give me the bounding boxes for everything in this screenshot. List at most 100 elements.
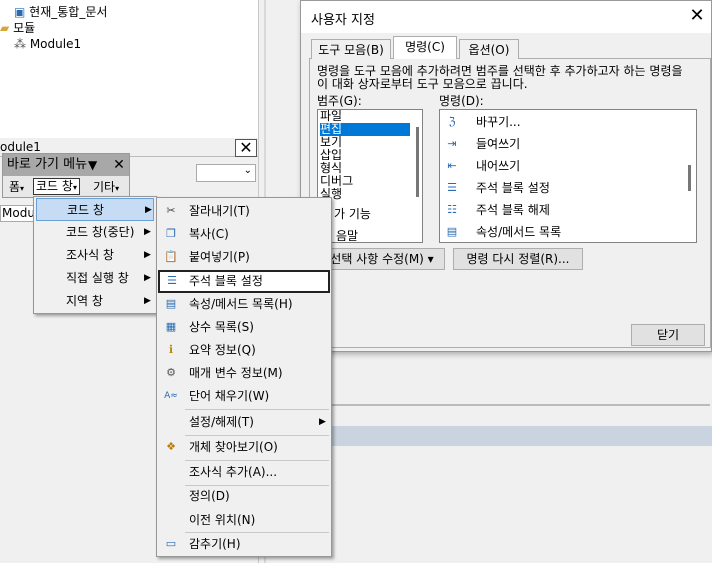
modify-selection-button[interactable]: 선택 사항 수정(M) ▾ <box>319 248 445 270</box>
commands-label: 명령(D): <box>439 94 484 108</box>
module-icon: ⁂ <box>14 37 26 51</box>
find-replace-icon: ℨ <box>448 115 456 128</box>
menu-item-code-window-break[interactable]: 코드 창(중단) ▶ <box>36 221 154 244</box>
menu-item-last-position[interactable]: 이전 위치(N) <box>159 509 329 532</box>
chevron-right-icon: ▶ <box>319 417 326 427</box>
category-item[interactable]: 음말 <box>336 230 422 243</box>
dropdown-arrow-icon: ▾ <box>72 183 77 192</box>
command-label: 내어쓰기 <box>476 159 521 173</box>
tree-item-label: 모듈 <box>13 21 36 35</box>
category-item[interactable]: 실행 <box>320 188 410 201</box>
comment-block-icon: ☰ <box>447 181 457 194</box>
command-label: 들여쓰기 <box>476 137 521 151</box>
commands-scrollbar[interactable] <box>688 165 691 191</box>
dialog-title: 사용자 지정 <box>311 13 375 28</box>
tab-options[interactable]: 옵션(O) <box>459 39 519 59</box>
menu-item-object-browser[interactable]: ❖ 개체 찾아보기(O) <box>159 436 329 459</box>
tree-item-label: 현재_통합_문서 <box>29 5 108 19</box>
menu-item-list-properties[interactable]: ▤ 속성/메서드 목록(H) <box>159 293 329 316</box>
menu-item-comment-block[interactable]: ☰ 주석 블록 설정 <box>158 270 330 293</box>
code-window-submenu: ✂ 잘라내기(T) ❐ 복사(C) 📋 붙여넣기(P) ☰ 주석 블록 설정 ▤… <box>156 197 332 557</box>
menu-item-hide[interactable]: ▭ 감추기(H) <box>159 533 329 556</box>
tree-item-module1[interactable]: ⁂ Module1 <box>14 36 81 52</box>
menu-item-definition[interactable]: 정의(D) <box>159 485 329 508</box>
menu-item-label: 주석 블록 설정 <box>189 274 263 288</box>
menu-item-code-window[interactable]: 코드 창 ▶ <box>36 198 154 221</box>
menu-item-label: 설정/해제(T) <box>189 415 254 429</box>
chevron-right-icon: ▶ <box>144 250 151 260</box>
complete-word-icon: A≈ <box>164 391 178 401</box>
close-icon[interactable]: ✕ <box>686 5 708 27</box>
toolbar-button-other[interactable]: 기타▾ <box>91 178 121 196</box>
command-label: 주석 블록 설정 <box>476 181 550 195</box>
parameter-info-icon: ⚙ <box>166 366 176 379</box>
toolbar-button-code-window[interactable]: 코드 창▾ <box>33 178 80 195</box>
close-icon[interactable]: ✕ <box>235 139 257 157</box>
menu-item-label: 조사식 창 <box>66 248 114 262</box>
menu-item-label: 지역 창 <box>66 294 103 308</box>
comment-block-icon: ☰ <box>167 274 177 287</box>
categories-scrollbar[interactable] <box>416 127 419 197</box>
menu-item-paste[interactable]: 📋 붙여넣기(P) <box>159 246 329 269</box>
menu-item-quick-info[interactable]: ℹ 요약 정보(Q) <box>159 339 329 362</box>
tab-toolbars[interactable]: 도구 모음(B) <box>311 39 391 59</box>
tree-item-workbook[interactable]: ▣ 현재_통합_문서 <box>14 4 107 20</box>
tree-item-modules[interactable]: ▰ 모듈 <box>0 20 35 36</box>
menu-item-label: 잘라내기(T) <box>189 204 250 218</box>
cut-icon: ✂ <box>166 204 176 217</box>
chevron-right-icon: ▶ <box>144 296 151 306</box>
chevron-right-icon: ▶ <box>145 205 152 215</box>
shortcut-menu-toolbar: 바로 가기 메뉴 ▼ ✕ 폼▾ 코드 창▾ 기타▾ <box>2 153 130 198</box>
tree-item-label: Module1 <box>29 37 82 51</box>
toolbar-button-form[interactable]: 폼▾ <box>7 178 26 196</box>
document-icon: ▣ <box>14 5 26 19</box>
menu-item-label: 코드 창(중단) <box>66 225 135 239</box>
toolbar-button-label: 코드 창 <box>36 179 73 193</box>
rearrange-commands-button[interactable]: 명령 다시 정렬(R)... <box>453 248 583 270</box>
menu-item-label: 요약 정보(Q) <box>189 343 256 357</box>
commands-list[interactable]: ℨ 바꾸기... ⇥ 들여쓰기 ⇤ 내어쓰기 ☰ 주석 블록 설정 ☷ 주석 블… <box>439 109 697 243</box>
copy-icon: ❐ <box>166 227 176 240</box>
menu-item-label: 조사식 추가(A)... <box>189 465 278 479</box>
menu-item-immediate-window[interactable]: 직접 실행 창 ▶ <box>36 267 154 290</box>
dropdown-arrow-icon[interactable]: ▼ <box>88 156 106 174</box>
object-browser-icon: ❖ <box>166 440 176 453</box>
object-dropdown[interactable]: ⌄ <box>196 164 256 182</box>
shortcut-submenu: 코드 창 ▶ 코드 창(중단) ▶ 조사식 창 ▶ 직접 실행 창 ▶ 지역 창… <box>33 196 157 314</box>
project-tree: ▣ 현재_통합_문서 ▰ 모듈 ⁂ Module1 <box>0 0 258 138</box>
menu-item-copy[interactable]: ❐ 복사(C) <box>159 223 329 246</box>
chevron-right-icon: ▶ <box>144 227 151 237</box>
command-label: 속성/메서드 목록 <box>476 225 562 239</box>
menu-item-label: 매개 변수 정보(M) <box>189 366 283 380</box>
category-item[interactable]: 가 기능 <box>334 208 422 221</box>
menu-item-label: 단어 채우기(W) <box>189 389 270 403</box>
close-icon[interactable]: ✕ <box>111 156 127 174</box>
command-label: 바꾸기... <box>476 115 521 129</box>
menu-item-list-constants[interactable]: ▦ 상수 목록(S) <box>159 316 329 339</box>
menu-item-label: 직접 실행 창 <box>66 271 129 285</box>
list-constants-icon: ▦ <box>165 320 177 333</box>
tab-commands[interactable]: 명령(C) <box>393 36 457 59</box>
menu-item-locals-window[interactable]: 지역 창 ▶ <box>36 290 154 313</box>
menu-item-toggle[interactable]: 설정/해제(T) ▶ <box>159 411 329 434</box>
list-properties-icon: ▤ <box>446 225 458 238</box>
menu-item-add-watch[interactable]: 조사식 추가(A)... <box>159 461 329 484</box>
divider <box>308 404 710 406</box>
categories-list[interactable]: 파일 편집 보기 삽입 형식 디버그 실행 구 가 기능 음말 <box>317 109 423 243</box>
chevron-down-icon: ⌄ <box>243 165 252 176</box>
menu-item-label: 붙여넣기(P) <box>189 250 250 264</box>
categories-label: 범주(G): <box>317 94 362 108</box>
dialog-description: 명령을 도구 모음에 추가하려면 범주를 선택한 후 추가하고자 하는 명령을 … <box>317 64 683 91</box>
indent-icon: ⇥ <box>447 137 457 150</box>
menu-item-cut[interactable]: ✂ 잘라내기(T) <box>159 200 329 223</box>
folder-icon: ▰ <box>0 21 10 35</box>
menu-item-watch-window[interactable]: 조사식 창 ▶ <box>36 244 154 267</box>
menu-item-complete-word[interactable]: A≈ 단어 채우기(W) <box>159 385 329 408</box>
menu-item-parameter-info[interactable]: ⚙ 매개 변수 정보(M) <box>159 362 329 385</box>
close-button[interactable]: 닫기 <box>631 324 705 346</box>
menu-item-label: 감추기(H) <box>189 537 241 551</box>
menu-separator <box>185 409 329 410</box>
command-label: 주석 블록 해제 <box>476 203 550 217</box>
menu-item-label: 정의(D) <box>189 489 230 503</box>
menu-item-label: 이전 위치(N) <box>189 513 256 527</box>
